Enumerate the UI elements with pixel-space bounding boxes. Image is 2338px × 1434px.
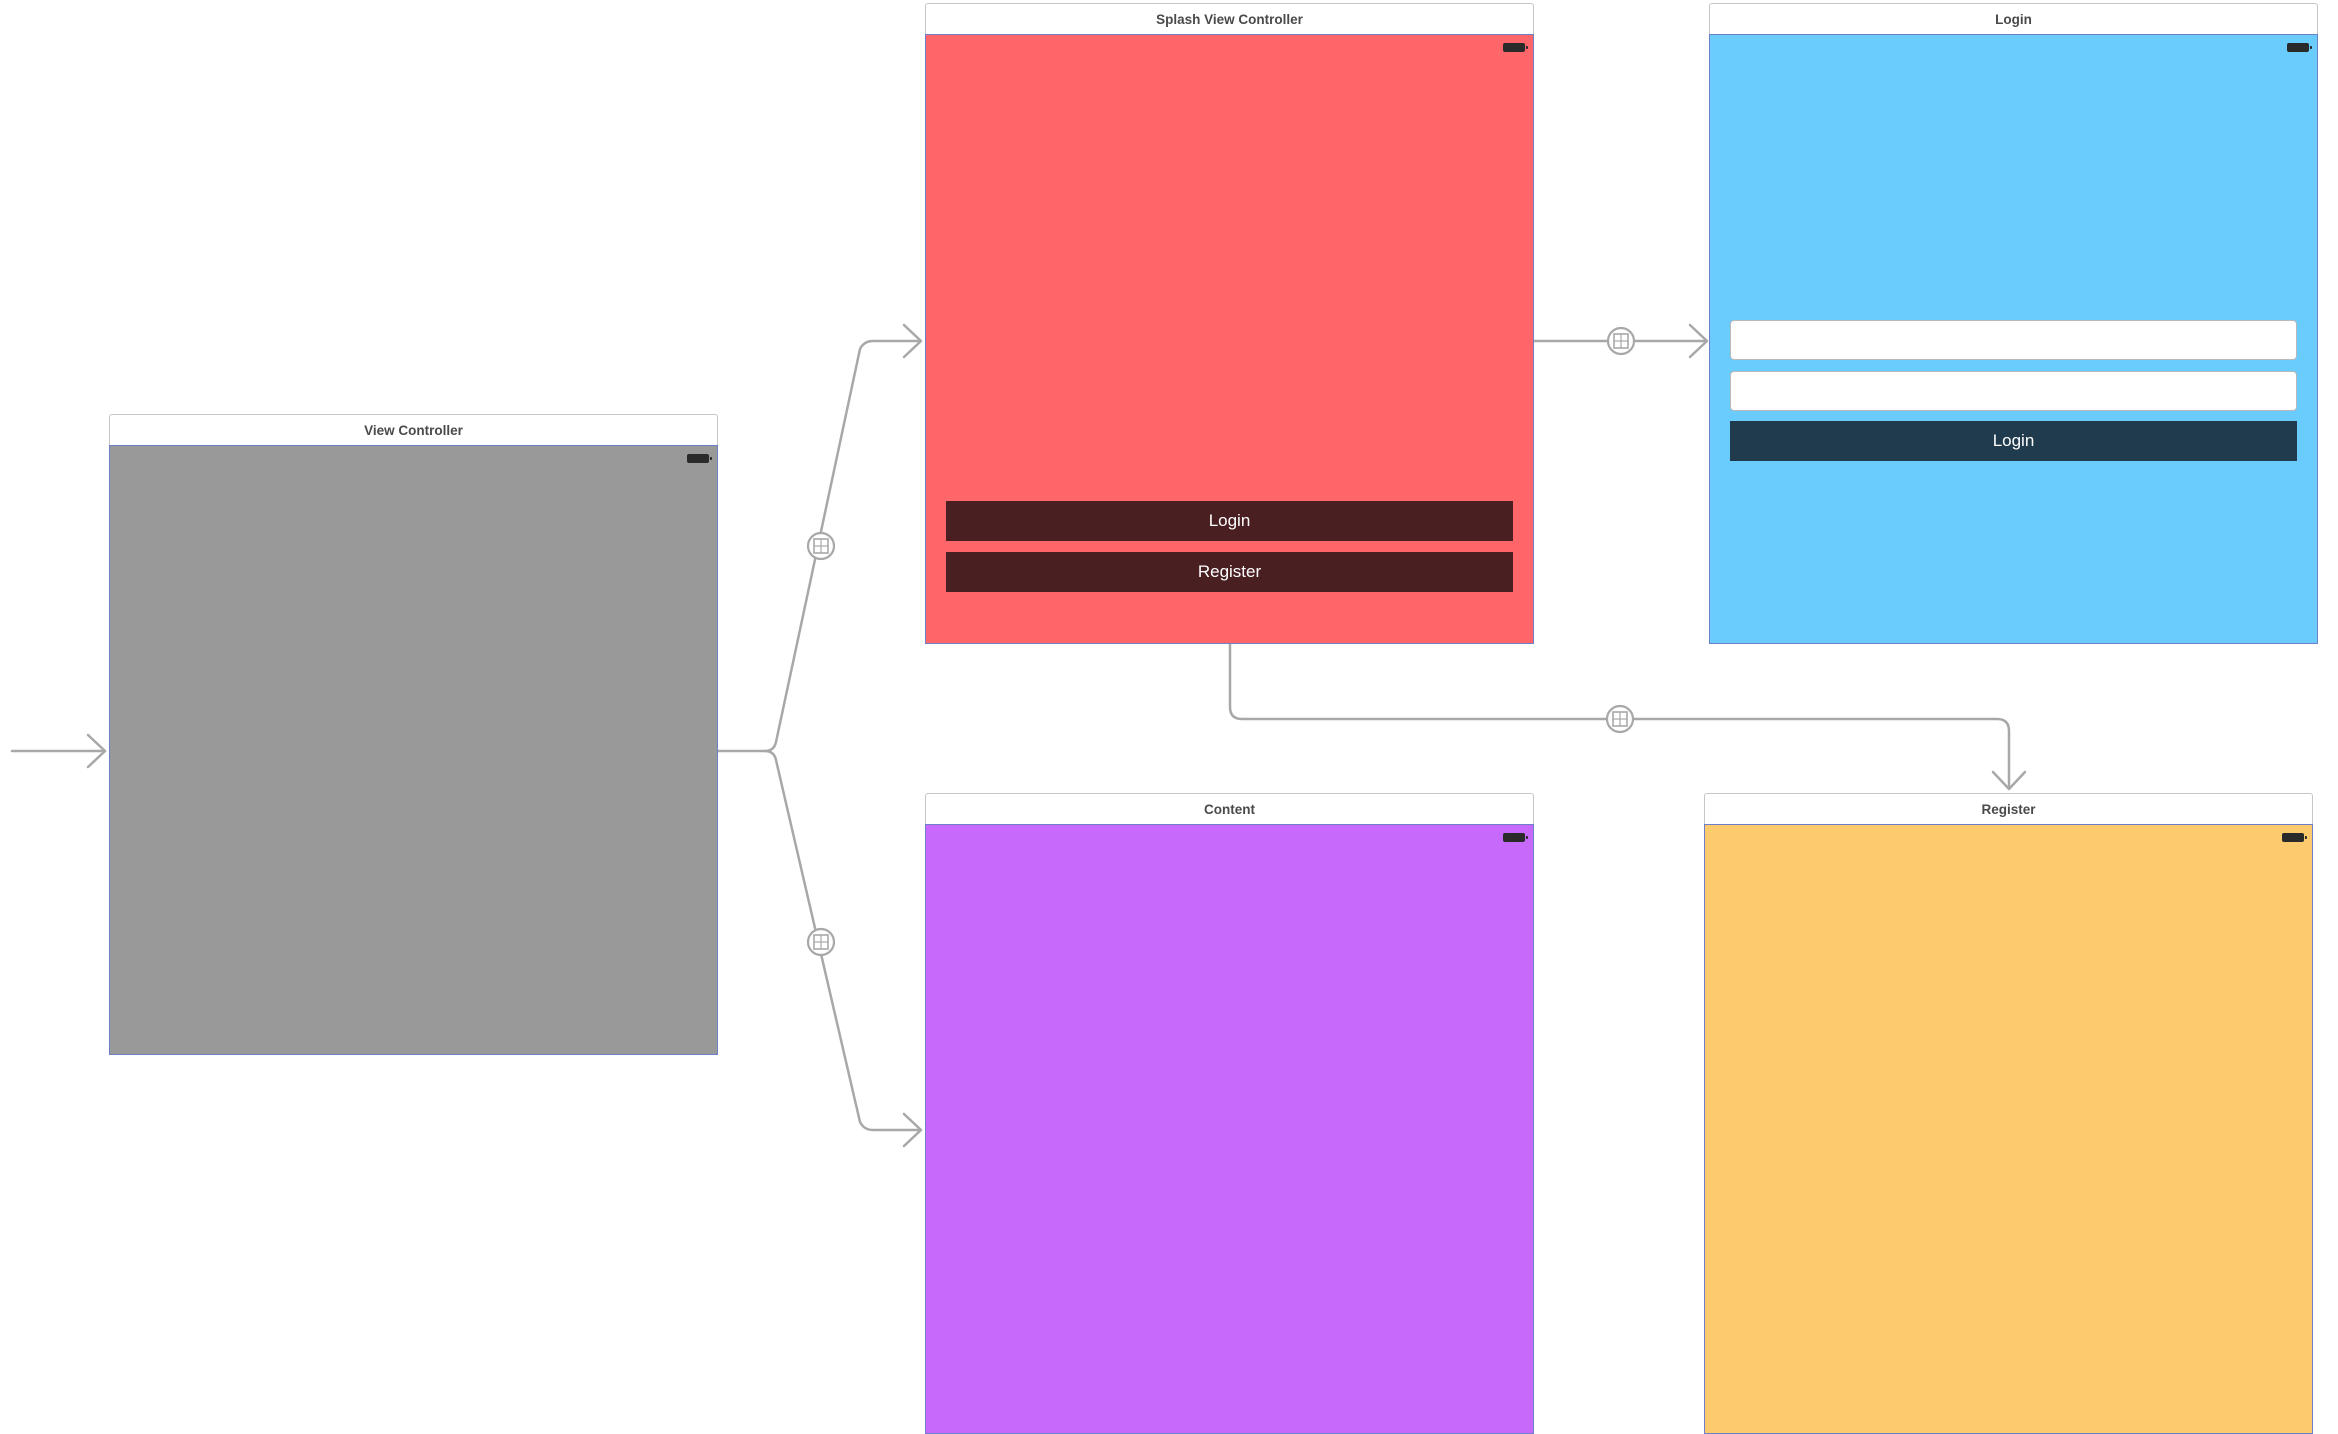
register-view[interactable]	[1704, 824, 2313, 1434]
segue-icon[interactable]	[806, 531, 836, 561]
scene-splash-view-controller[interactable]: Splash View Controller Login Register	[925, 3, 1534, 644]
splash-view[interactable]: Login Register	[925, 34, 1534, 644]
scene-view-controller[interactable]: View Controller	[109, 414, 718, 1055]
scene-register[interactable]: Register	[1704, 793, 2313, 1434]
battery-icon	[1503, 833, 1528, 842]
segue-splash-to-register[interactable]	[1228, 642, 2011, 790]
scene-login[interactable]: Login Login	[1709, 3, 2318, 644]
battery-icon	[1503, 43, 1528, 52]
login-view[interactable]: Login	[1709, 34, 2318, 644]
segue-icon[interactable]	[806, 927, 836, 957]
segue-to-splash[interactable]	[716, 339, 922, 753]
scene-title[interactable]: Login	[1709, 3, 2318, 34]
login-button[interactable]: Login	[946, 501, 1513, 541]
login-submit-button[interactable]: Login	[1730, 421, 2297, 461]
content-view[interactable]	[925, 824, 1534, 1434]
scene-title[interactable]: Splash View Controller	[925, 3, 1534, 34]
scene-content[interactable]: Content	[925, 793, 1534, 1434]
view-controller-view[interactable]	[109, 445, 718, 1055]
register-button[interactable]: Register	[946, 552, 1513, 592]
battery-icon	[2287, 43, 2312, 52]
scene-title[interactable]: Content	[925, 793, 1534, 824]
segue-to-content[interactable]	[763, 749, 922, 1132]
scene-title[interactable]: View Controller	[109, 414, 718, 445]
battery-icon	[687, 454, 712, 463]
initial-arrow-icon[interactable]	[10, 733, 107, 769]
username-field[interactable]	[1730, 320, 2297, 360]
scene-title[interactable]: Register	[1704, 793, 2313, 824]
segue-icon[interactable]	[1605, 704, 1635, 734]
battery-icon	[2282, 833, 2307, 842]
password-field[interactable]	[1730, 371, 2297, 411]
segue-icon[interactable]	[1606, 326, 1636, 356]
storyboard-canvas[interactable]: View Controller Splash View Controller L…	[0, 0, 2338, 1434]
